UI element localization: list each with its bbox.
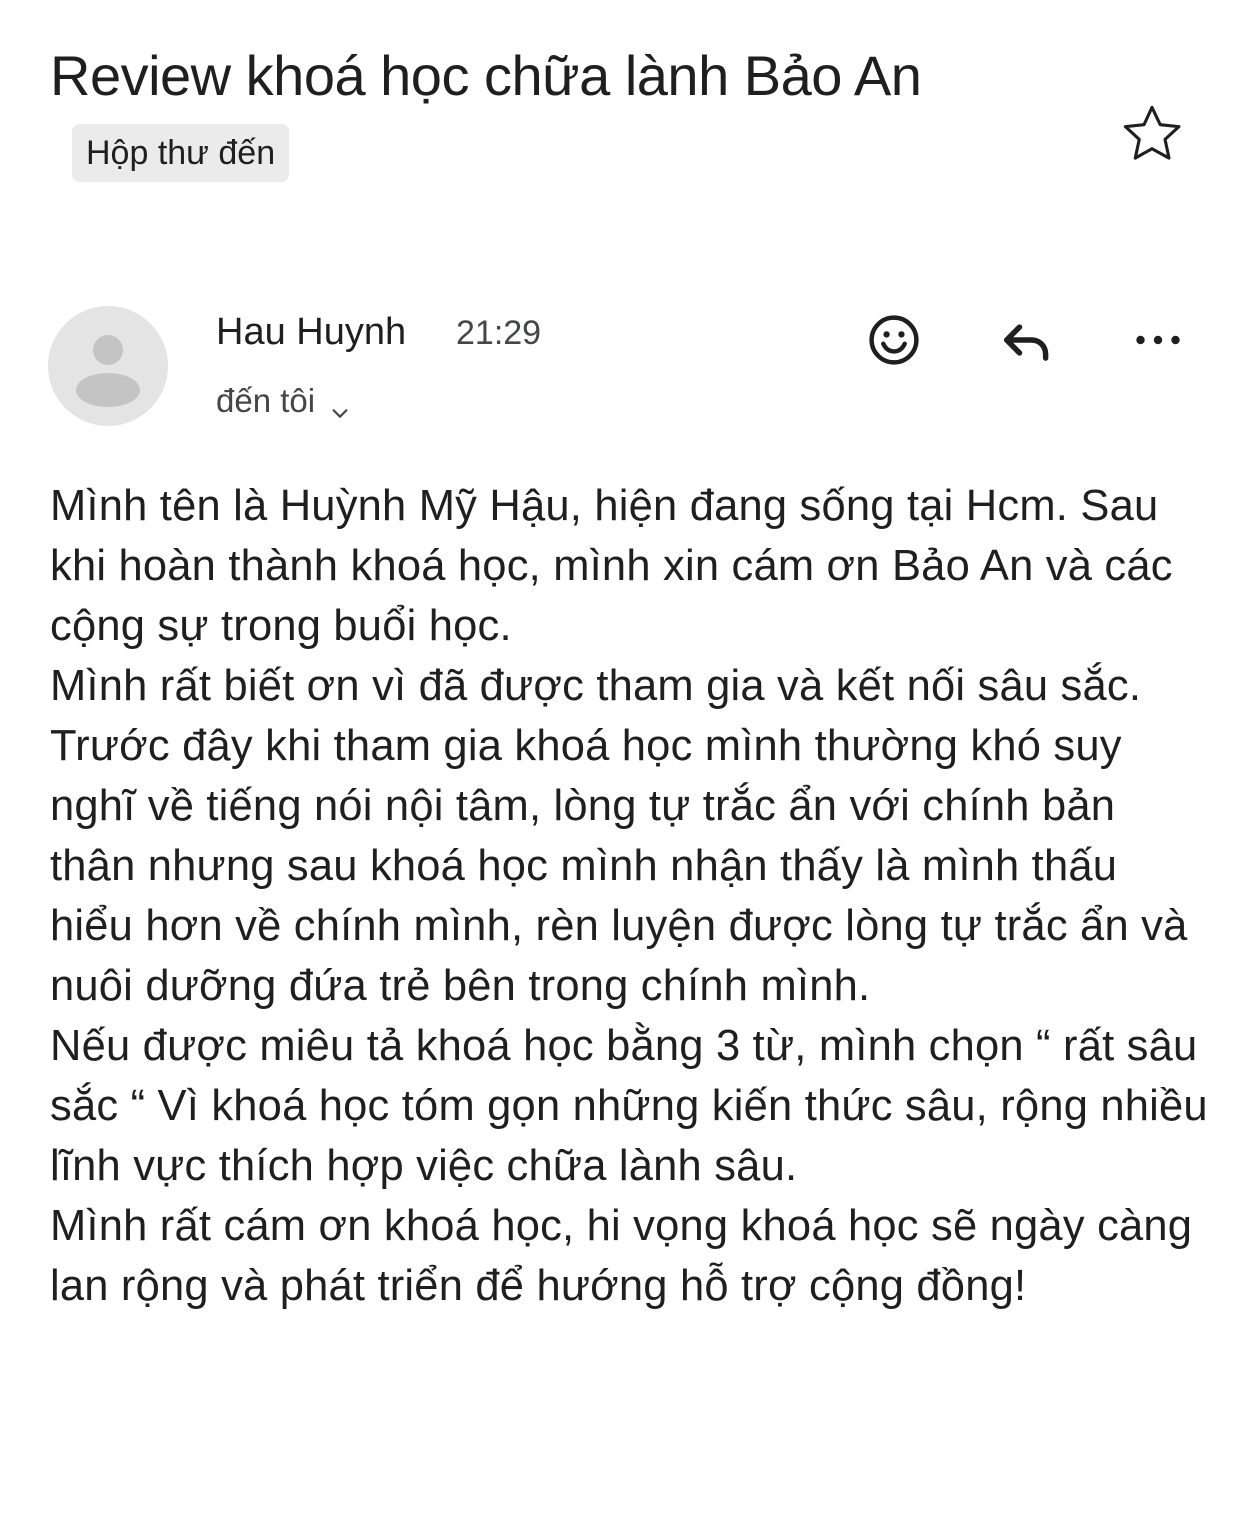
email-body: Mình tên là Huỳnh Mỹ Hậu, hiện đang sống… [50,476,1210,1316]
body-paragraph: Mình rất biết ơn vì đã được tham gia và … [50,662,1188,1010]
body-paragraph: Mình tên là Huỳnh Mỹ Hậu, hiện đang sống… [50,482,1173,650]
sent-time: 21:29 [456,314,542,352]
reply-arrow-icon [995,309,1057,376]
more-options-button[interactable] [1126,310,1190,374]
add-reaction-button[interactable] [862,310,926,374]
sender-name[interactable]: Hau Huynh [216,308,406,356]
more-horizontal-icon [1130,312,1186,373]
body-paragraph: Nếu được miêu tả khoá học bằng 3 từ, mìn… [50,1022,1208,1190]
reply-button[interactable] [994,310,1058,374]
recipient-toggle[interactable]: đến tôi [216,378,351,424]
email-subject: Review khoá học chữa lành Bảo An [50,44,922,107]
person-avatar-icon[interactable] [48,306,168,426]
email-view: Review khoá học chữa lành Bảo An Hộp thư … [0,0,1242,1534]
inbox-label-chip[interactable]: Hộp thư đến [72,124,290,182]
smiley-icon [866,312,922,373]
star-outline-icon[interactable] [1118,100,1186,168]
chevron-down-icon [329,390,351,418]
recipient-text: đến tôi [216,382,316,419]
body-paragraph: Mình rất cám ơn khoá học, hi vọng khoá h… [50,1202,1193,1310]
subject-header: Review khoá học chữa lành Bảo An Hộp thư … [50,28,1070,183]
